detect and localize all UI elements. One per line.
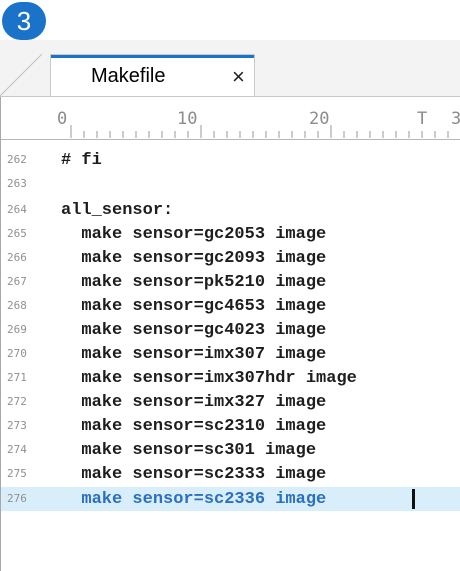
- line-number: 272: [7, 395, 27, 408]
- line-number: 275: [7, 467, 27, 480]
- code-line: 273 make sensor=sc2310 image: [1, 414, 460, 438]
- line-text: make sensor=imx307hdr image: [61, 369, 357, 388]
- line-text: make sensor=imx307 image: [61, 345, 327, 364]
- code-line: 266 make sensor=gc2093 image: [1, 246, 460, 270]
- ruler-label: 20: [309, 109, 330, 129]
- line-number: 276: [7, 492, 27, 505]
- text-cursor: [412, 489, 415, 509]
- ruler-label: T: [417, 109, 428, 129]
- line-number: 267: [7, 275, 27, 288]
- code-line: 264 all_sensor:: [1, 198, 460, 222]
- line-text: make sensor=gc2093 image: [61, 249, 327, 268]
- ruler-label: 10: [177, 109, 198, 129]
- line-text: make sensor=imx327 image: [61, 393, 327, 412]
- line-text: make sensor=gc2053 image: [61, 225, 327, 244]
- column-ruler: 0 10 20 T 3: [1, 107, 460, 140]
- code-line: 269 make sensor=gc4023 image: [1, 318, 460, 342]
- line-number: 273: [7, 419, 27, 432]
- ruler-label: 3: [451, 109, 460, 129]
- line-number: 265: [7, 227, 27, 240]
- tab-label: Makefile: [91, 65, 166, 87]
- active-tab-indicator: [51, 55, 254, 58]
- line-text: make sensor=sc2333 image: [61, 465, 327, 484]
- close-icon[interactable]: ×: [232, 66, 245, 88]
- step-number-badge: 3: [2, 2, 46, 40]
- code-line: 265 make sensor=gc2053 image: [1, 222, 460, 246]
- line-text: make sensor=sc2336 image: [61, 490, 327, 509]
- line-number: 270: [7, 347, 27, 360]
- tab-bar: Makefile ×: [0, 40, 460, 97]
- line-text: make sensor=gc4023 image: [61, 321, 327, 340]
- line-number: 266: [7, 251, 27, 264]
- code-line: 268 make sensor=gc4653 image: [1, 294, 460, 318]
- code-line: 270 make sensor=imx307 image: [1, 342, 460, 366]
- code-line: 263: [1, 172, 460, 196]
- code-line: 274 make sensor=sc301 image: [1, 438, 460, 462]
- line-text: make sensor=sc301 image: [61, 441, 317, 460]
- line-text: all_sensor:: [61, 201, 174, 220]
- code-line: 272 make sensor=imx327 image: [1, 390, 460, 414]
- ruler-ticks: [70, 125, 449, 138]
- code-line: 267 make sensor=pk5210 image: [1, 270, 460, 294]
- tab-makefile[interactable]: Makefile ×: [50, 54, 255, 96]
- code-editor[interactable]: 0 10 20 T 3 262 # fi 263 264 all_sensor:…: [0, 97, 460, 571]
- line-text: make sensor=pk5210 image: [61, 273, 327, 292]
- code-line: 262 # fi: [1, 148, 460, 172]
- line-number: 263: [7, 177, 27, 190]
- line-number: 271: [7, 371, 27, 384]
- line-number: 262: [7, 153, 27, 166]
- line-number: 269: [7, 323, 27, 336]
- line-text: # fi: [61, 151, 102, 170]
- line-text: make sensor=gc4653 image: [61, 297, 327, 316]
- line-number: 268: [7, 299, 27, 312]
- code-line: 271 make sensor=imx307hdr image: [1, 366, 460, 390]
- code-line: 275 make sensor=sc2333 image: [1, 462, 460, 486]
- line-text: make sensor=sc2310 image: [61, 417, 327, 436]
- current-line: 276 make sensor=sc2336 image: [1, 487, 460, 511]
- ruler-label: 0: [57, 109, 68, 129]
- line-number: 264: [7, 203, 27, 216]
- line-number: 274: [7, 443, 27, 456]
